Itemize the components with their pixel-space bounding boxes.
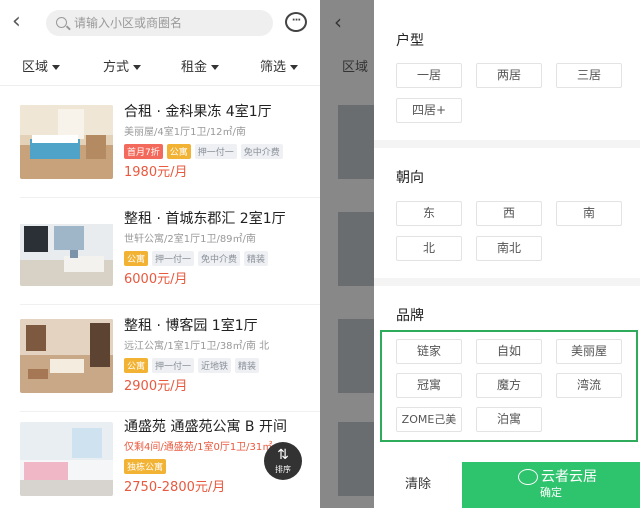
caret-down-icon bbox=[133, 65, 142, 70]
caret-down-icon bbox=[211, 65, 220, 70]
option-brand[interactable]: 链家 bbox=[396, 339, 462, 364]
listing-item[interactable]: 整租 · 博客园 1室1厅 远江公寓/1室1厅1卫/38㎡/南 北 公寓 押一付一… bbox=[0, 305, 320, 411]
filter-area[interactable]: 区域 bbox=[22, 56, 61, 75]
listing-title: 整租 · 博客园 1室1厅 bbox=[124, 318, 258, 334]
tag: 公寓 bbox=[166, 144, 191, 159]
clear-button[interactable]: 清除 bbox=[374, 462, 462, 508]
option-brand[interactable]: 湾流 bbox=[556, 373, 622, 398]
room-photo-bedroom bbox=[20, 105, 113, 179]
filter-label-dimmed: 区域 bbox=[342, 60, 369, 75]
tag-list: 首月7折 公寓 押一付一 免中介费 bbox=[124, 140, 287, 159]
room-photo bbox=[20, 105, 113, 179]
room-photo-studio bbox=[20, 319, 113, 393]
room-photo-dimmed bbox=[338, 422, 374, 496]
filter-label: 租金 bbox=[181, 60, 208, 75]
tag: 近地铁 bbox=[198, 358, 232, 373]
search-placeholder: 请输入小区或商圈名 bbox=[74, 16, 183, 30]
message-icon[interactable]: ··· bbox=[285, 12, 307, 32]
remaining-count: 仅剩4间/通盛苑/1室0厅1卫/31㎡ bbox=[124, 442, 273, 453]
listing-subtitle: 仅剩4间/通盛苑/1室0厅1卫/31㎡ bbox=[124, 438, 272, 453]
tag: 首月7折 bbox=[124, 144, 163, 159]
tag: 免中介费 bbox=[198, 251, 241, 266]
filter-label: 筛选 bbox=[260, 60, 287, 75]
watermark: 云者云居 bbox=[518, 466, 597, 486]
caret-down-icon bbox=[52, 65, 61, 70]
option-orientation[interactable]: 北 bbox=[396, 236, 462, 261]
section-title-layout: 户型 bbox=[396, 33, 424, 49]
search-icon bbox=[56, 17, 67, 28]
filter-rent[interactable]: 租金 bbox=[181, 56, 220, 75]
listing-subtitle: 远江公寓/1室1厅1卫/38㎡/南 北 bbox=[124, 341, 270, 352]
option-brand[interactable]: 自如 bbox=[476, 339, 542, 364]
caret-down-icon bbox=[290, 65, 299, 70]
section-title-brand: 品牌 bbox=[396, 308, 424, 324]
sort-label: 排序 bbox=[275, 465, 291, 474]
option-orientation[interactable]: 西 bbox=[476, 201, 542, 226]
room-photo-dimmed bbox=[338, 319, 374, 393]
filter-screen: ‹ 区域 户型 一居 两居 三居 四居+ 朝向 东 西 南 北 南北 品牌 链家… bbox=[320, 0, 640, 508]
listing-price: 6000元/月 bbox=[124, 272, 188, 287]
tag: 押一付一 bbox=[152, 251, 195, 266]
filter-bar: 区域 方式 租金 筛选 bbox=[0, 46, 320, 86]
room-photo-apartment bbox=[20, 422, 113, 496]
sort-arrows-icon: ⇅ bbox=[277, 447, 289, 463]
option-layout[interactable]: 三居 bbox=[556, 63, 622, 88]
listing-price: 2750-2800元/月 bbox=[124, 480, 226, 495]
filter-method[interactable]: 方式 bbox=[103, 56, 142, 75]
room-photo-dimmed bbox=[338, 212, 374, 286]
section-divider bbox=[374, 278, 640, 286]
section-title-orientation: 朝向 bbox=[396, 170, 424, 186]
sort-button[interactable]: ⇅ 排序 bbox=[264, 442, 302, 480]
option-layout[interactable]: 两居 bbox=[476, 63, 542, 88]
listing-title: 整租 · 首城东郡汇 2室1厅 bbox=[124, 211, 286, 227]
back-icon[interactable]: ‹ bbox=[12, 10, 34, 34]
filter-label: 区域 bbox=[22, 60, 49, 75]
option-brand[interactable]: 冠寓 bbox=[396, 373, 462, 398]
option-orientation[interactable]: 东 bbox=[396, 201, 462, 226]
listing-subtitle: 美丽屋/4室1厅1卫/12㎡/南 bbox=[124, 127, 246, 138]
listing-item[interactable]: 合租 · 金科果冻 4室1厅 美丽屋/4室1厅1卫/12㎡/南 首月7折 公寓 押一… bbox=[0, 91, 320, 197]
tag-list: 独栋公寓 bbox=[124, 455, 170, 474]
tag: 押一付一 bbox=[194, 144, 237, 159]
dimmed-overlay[interactable]: ‹ 区域 bbox=[320, 0, 376, 508]
section-divider bbox=[374, 140, 640, 148]
option-layout[interactable]: 四居+ bbox=[396, 98, 462, 123]
room-photo-dimmed bbox=[338, 105, 374, 179]
option-orientation[interactable]: 南北 bbox=[476, 236, 542, 261]
wechat-icon bbox=[518, 469, 538, 485]
option-brand[interactable]: 泊寓 bbox=[476, 407, 542, 432]
room-photo bbox=[20, 422, 113, 496]
filter-label: 方式 bbox=[103, 60, 130, 75]
listing-screen: ‹ 请输入小区或商圈名 ··· 区域 方式 租金 筛选 合租 · 金科果冻 4室… bbox=[0, 0, 320, 508]
option-brand[interactable]: 美丽屋 bbox=[556, 339, 622, 364]
room-photo bbox=[20, 212, 113, 286]
listing-item[interactable]: 整租 · 首城东郡汇 2室1厅 世轩公寓/2室1厅1卫/89㎡/南 公寓 押一付一… bbox=[0, 198, 320, 304]
watermark-text: 云者云居 bbox=[541, 469, 597, 485]
tag: 免中介费 bbox=[240, 144, 283, 159]
search-input[interactable]: 请输入小区或商圈名 bbox=[46, 10, 273, 36]
tag: 公寓 bbox=[124, 358, 149, 373]
top-bar: ‹ 请输入小区或商圈名 ··· bbox=[0, 0, 320, 46]
back-icon: ‹ bbox=[334, 10, 342, 34]
listing-price: 1980元/月 bbox=[124, 165, 188, 180]
room-photo bbox=[20, 319, 113, 393]
listing-price: 2900元/月 bbox=[124, 379, 188, 394]
listing-subtitle: 世轩公寓/2室1厅1卫/89㎡/南 bbox=[124, 234, 256, 245]
option-brand[interactable]: 魔方 bbox=[476, 373, 542, 398]
option-layout[interactable]: 一居 bbox=[396, 63, 462, 88]
option-brand[interactable]: ZOME己美 bbox=[396, 407, 462, 432]
tag: 公寓 bbox=[124, 251, 149, 266]
tag: 精装 bbox=[235, 358, 260, 373]
tag-list: 公寓 押一付一 免中介费 精装 bbox=[124, 247, 272, 266]
room-photo-living bbox=[20, 212, 113, 286]
tag: 独栋公寓 bbox=[124, 459, 167, 474]
filter-more[interactable]: 筛选 bbox=[260, 56, 299, 75]
tag: 精装 bbox=[244, 251, 269, 266]
option-orientation[interactable]: 南 bbox=[556, 201, 622, 226]
listing-title: 合租 · 金科果冻 4室1厅 bbox=[124, 104, 272, 120]
listing-title: 通盛苑 通盛苑公寓 B 开间 bbox=[124, 419, 287, 435]
tag: 押一付一 bbox=[152, 358, 195, 373]
tag-list: 公寓 押一付一 近地铁 精装 bbox=[124, 354, 263, 373]
filter-drawer: 户型 一居 两居 三居 四居+ 朝向 东 西 南 北 南北 品牌 链家 自如 美… bbox=[374, 0, 640, 508]
